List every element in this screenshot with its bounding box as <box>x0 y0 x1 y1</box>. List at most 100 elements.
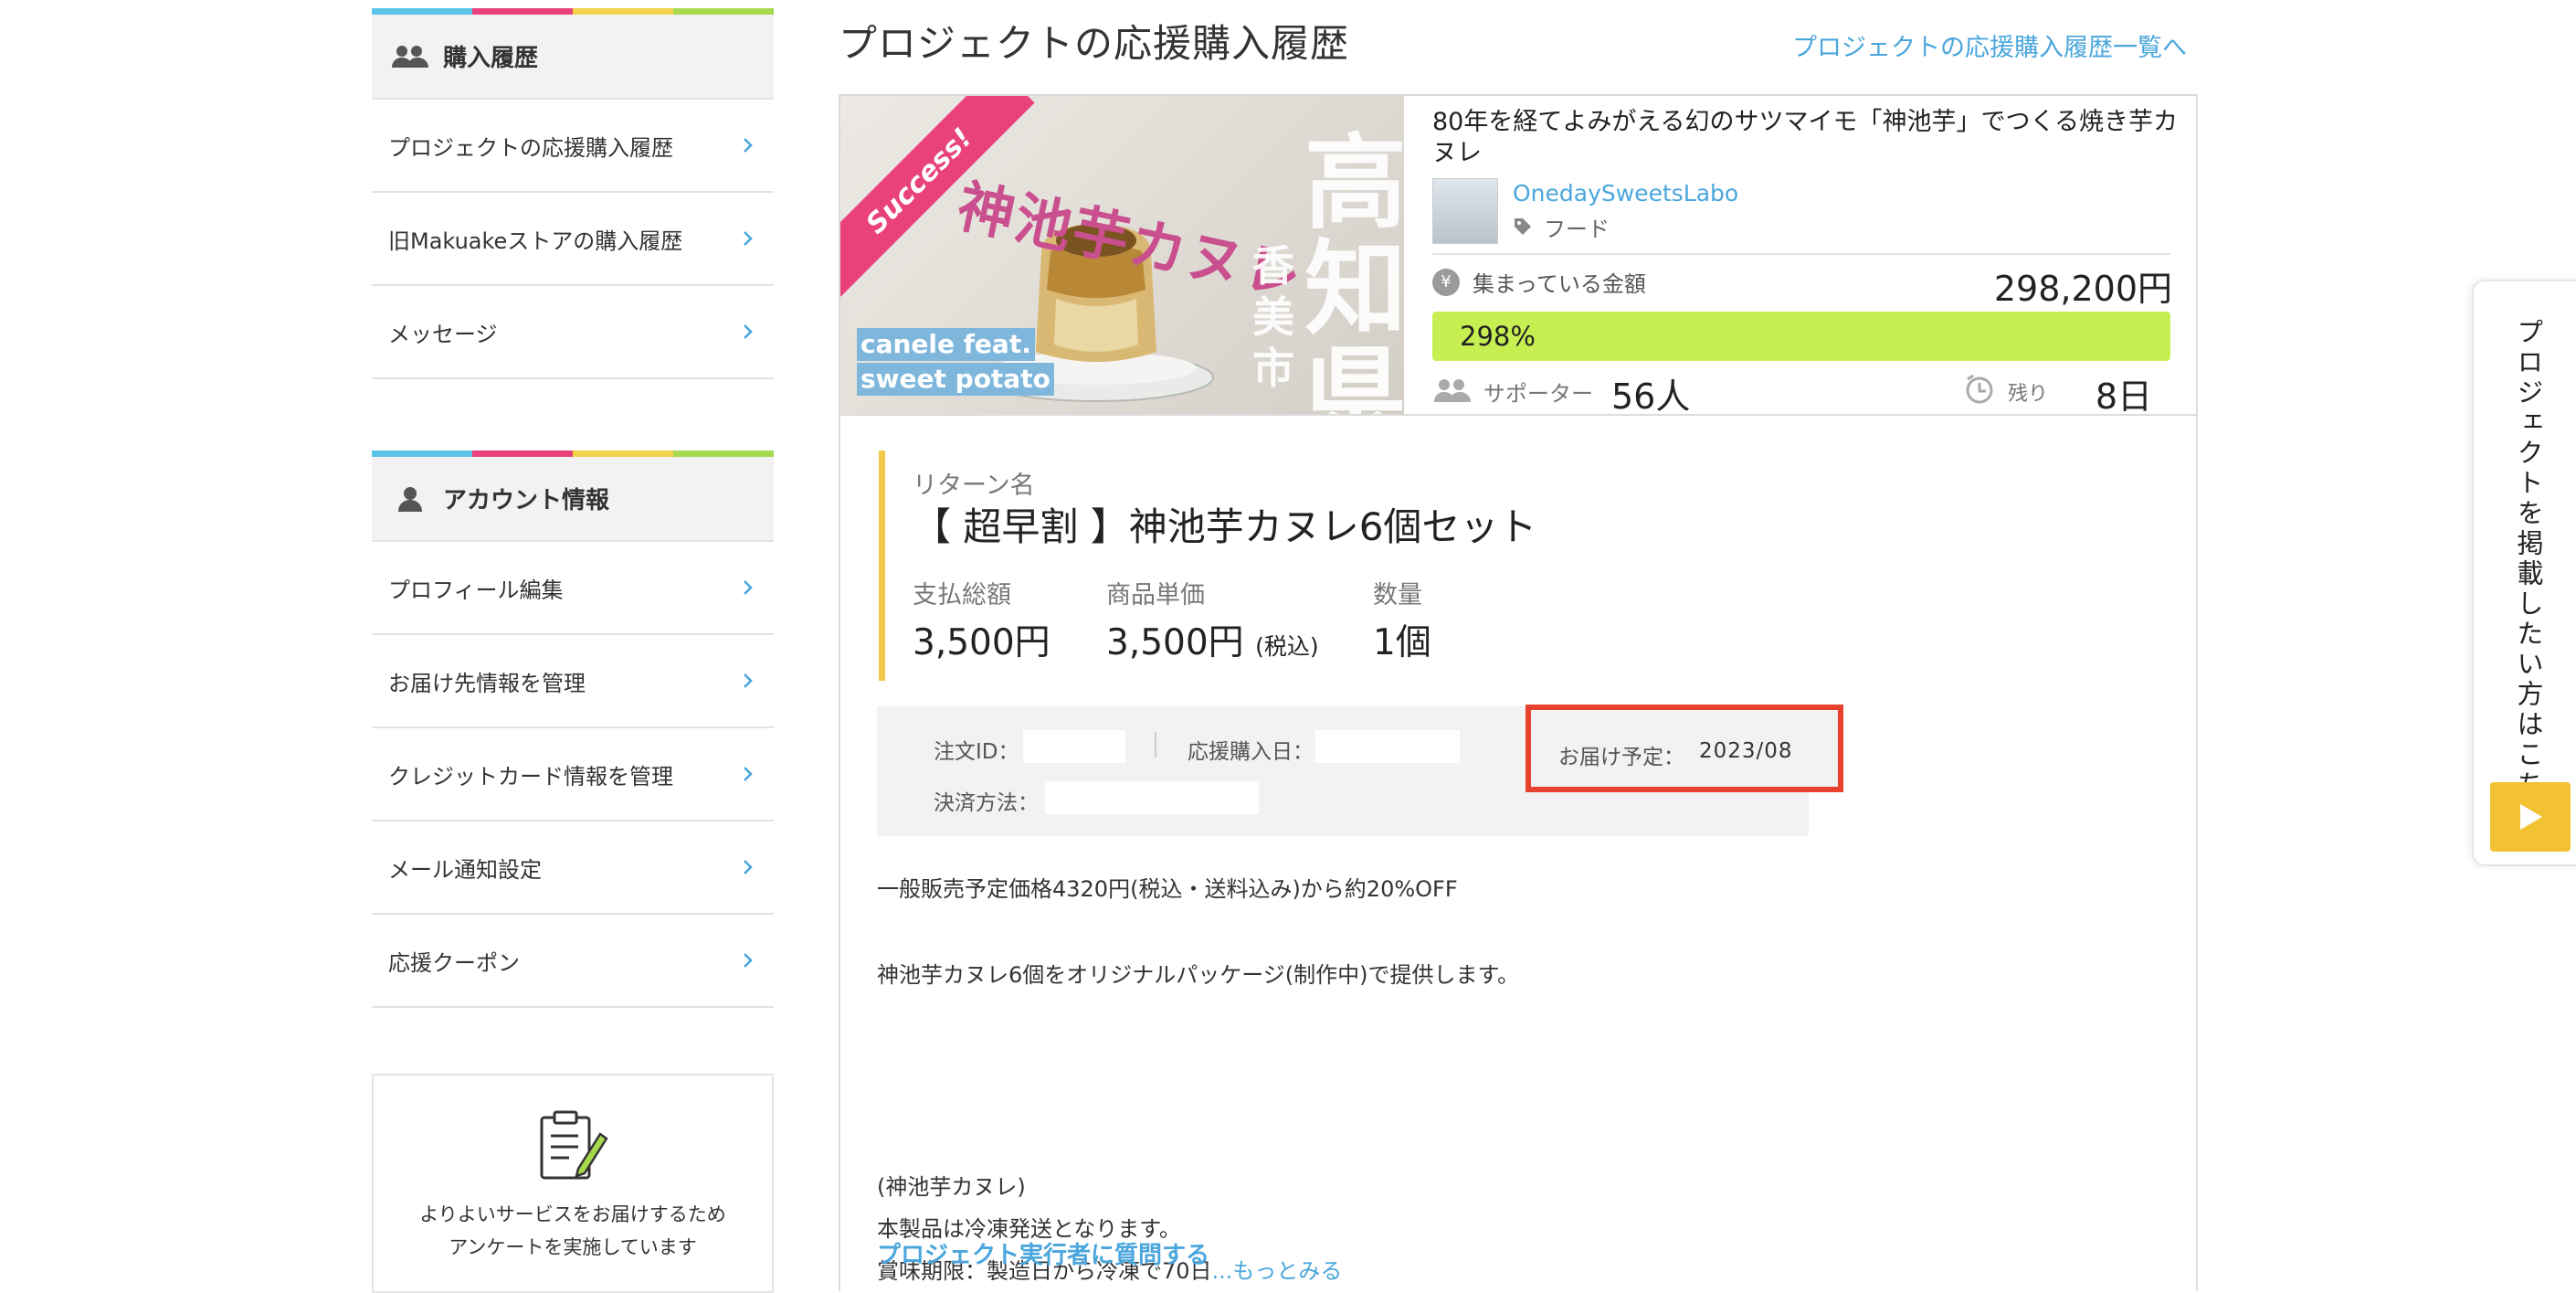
chevron-right-icon <box>739 766 755 782</box>
post-project-side-tab[interactable]: プロジェクトを掲載したい方はこちら <box>2472 280 2576 866</box>
hero-en-line-2: sweet potato <box>857 363 1054 396</box>
sidebar: 購入履歴 プロジェクトの応援購入履歴 旧Makuakeストアの購入履歴 メッセー… <box>372 8 774 1008</box>
purchase-history-panel: 購入履歴 プロジェクトの応援購入履歴 旧Makuakeストアの購入履歴 メッセー… <box>372 8 774 379</box>
accent-color-bar <box>372 8 774 15</box>
chevron-right-icon <box>739 137 755 154</box>
sidebar-item-messages[interactable]: メッセージ <box>372 286 774 379</box>
chevron-right-icon <box>739 323 755 340</box>
chevron-right-icon <box>739 230 755 247</box>
category-tag: フード <box>1513 211 1610 243</box>
delivery-label: お届け予定： <box>1558 746 1684 769</box>
sidebar-item-label: メール通知設定 <box>388 856 542 883</box>
sidebar-item-label: 応援クーポン <box>388 949 520 976</box>
supporters-label: サポーター <box>1483 381 1593 407</box>
sidebar-item-credit-card[interactable]: クレジットカード情報を管理 <box>372 728 774 821</box>
sidebar-item-delivery-address[interactable]: お届け先情報を管理 <box>372 635 774 728</box>
sidebar-item-label: クレジットカード情報を管理 <box>388 763 673 790</box>
chevron-right-icon <box>739 579 755 596</box>
project-hero-image[interactable]: 神池芋カヌレ 高知県 香美市 canele feat. sweet potato… <box>840 96 1404 414</box>
sidebar-item-profile-edit[interactable]: プロフィール編集 <box>372 542 774 635</box>
accent-color-bar <box>372 450 774 457</box>
purchase-list-link[interactable]: プロジェクトの応援購入履歴一覧へ <box>1792 27 2187 63</box>
account-info-header: アカウント情報 <box>372 457 774 542</box>
description-line: 神池芋カヌレ6個をオリジナルパッケージ(制作中)で提供します。 <box>877 962 1520 988</box>
remaining-value: 8日 <box>2095 376 2152 417</box>
payment-method-value <box>1045 781 1259 814</box>
survey-line-2: アンケートを実施しています <box>449 1236 697 1258</box>
sidebar-item-label: お届け先情報を管理 <box>388 670 586 696</box>
purchase-card: 神池芋カヌレ 高知県 香美市 canele feat. sweet potato… <box>839 94 2198 1291</box>
order-id-value <box>1023 730 1125 763</box>
side-tab-text: プロジェクトを掲載したい方はこちら <box>2513 318 2544 831</box>
sidebar-item-project-purchases[interactable]: プロジェクトの応援購入履歴 <box>372 100 774 193</box>
account-info-title: アカウント情報 <box>443 487 610 514</box>
survey-line-1: よりよいサービスをお届けするため <box>419 1203 726 1225</box>
clock-icon <box>1966 374 1993 404</box>
ask-owner-link[interactable]: プロジェクト実行者に質問する <box>877 1236 1209 1270</box>
order-info: 注文ID： 応援購入日： 決済方法： お届け予定： 2023/08 <box>877 705 1843 836</box>
sidebar-item-label: 旧Makuakeストアの購入履歴 <box>388 228 683 254</box>
account-info-panel: アカウント情報 プロフィール編集 お届け先情報を管理 クレジットカード情報を管理… <box>372 450 774 1008</box>
survey-banner[interactable]: よりよいサービスをお届けするため アンケートを実施しています <box>372 1074 774 1293</box>
total-payment-value: 3,500円 <box>913 622 1050 663</box>
description-line: 一般販売予定価格4320円(税込・送料込み)から約20%OFF <box>877 876 1458 902</box>
quantity-label: 数量 <box>1373 581 1422 609</box>
sidebar-item-old-store-purchases[interactable]: 旧Makuakeストアの購入履歴 <box>372 193 774 286</box>
remaining-label: 残り <box>2008 383 2049 406</box>
purchase-date-value <box>1315 730 1460 763</box>
read-more-link[interactable]: ...もっとみる <box>1212 1258 1343 1284</box>
chevron-right-icon <box>739 673 755 689</box>
divider <box>840 414 2196 416</box>
play-icon <box>2490 782 2571 852</box>
purchase-date-label: 応援購入日： <box>1188 740 1314 764</box>
project-title[interactable]: 80年を経てよみがえる幻のサツマイモ「神池芋」でつくる焼き芋カヌレ <box>1432 107 2181 169</box>
payment-method-label: 決済方法： <box>934 791 1039 815</box>
supporters-value: 56人 <box>1611 376 1691 417</box>
yen-icon: ¥ <box>1432 268 1460 296</box>
person-icon <box>390 485 430 513</box>
amount-value: 298,200円 <box>1993 269 2172 309</box>
owner-name-link[interactable]: OnedaySweetsLabo <box>1513 180 1738 207</box>
users-icon <box>390 43 430 70</box>
unit-price-value-wrap: 3,500円 (税込) <box>1106 614 1319 665</box>
sidebar-item-label: メッセージ <box>388 321 498 347</box>
chevron-right-icon <box>739 952 755 969</box>
clipboard-pen-icon <box>536 1108 609 1185</box>
category-label: フード <box>1544 217 1610 242</box>
hero-en-line-1: canele feat. <box>857 328 1035 361</box>
unit-price: 商品単価 3,500円 (税込) <box>1106 575 1319 665</box>
sidebar-item-label: プロジェクトの応援購入履歴 <box>388 134 673 161</box>
hero-region-small: 香美市 <box>1252 241 1294 393</box>
tax-note: (税込) <box>1255 633 1319 660</box>
page-title: プロジェクトの応援購入履歴 <box>839 21 1350 66</box>
hero-english-caption: canele feat. sweet potato <box>857 328 1054 397</box>
divider <box>1155 732 1156 758</box>
purchase-history-title: 購入履歴 <box>443 45 539 72</box>
chevron-right-icon <box>739 859 755 875</box>
total-payment: 支払総額 3,500円 <box>913 575 1050 665</box>
sidebar-item-coupon[interactable]: 応援クーポン <box>372 915 774 1008</box>
return-details: リターン名 【 超早割 】神池芋カヌレ6個セット 支払総額 3,500円 商品単… <box>879 450 2158 681</box>
description-line: (神池芋カヌレ) <box>877 1174 1026 1200</box>
sidebar-item-label: プロフィール編集 <box>388 577 564 603</box>
funding-progress-bar: 298% <box>1432 312 2170 361</box>
progress-percent: 298% <box>1460 321 1536 352</box>
quantity-value: 1個 <box>1373 622 1431 663</box>
amount-label-text: 集まっている金額 <box>1473 271 1646 297</box>
delivery-value: 2023/08 <box>1699 739 1793 763</box>
divider <box>1432 253 2170 255</box>
supporters-row: サポーター 56人 残り 8日 <box>1432 368 2170 417</box>
hero-region-big: 高知県 <box>1304 124 1404 414</box>
purchase-history-header: 購入履歴 <box>372 15 774 100</box>
survey-text: よりよいサービスをお届けするため アンケートを実施しています <box>374 1198 772 1264</box>
amount-label: ¥ 集まっている金額 <box>1432 266 1646 298</box>
total-payment-label: 支払総額 <box>913 581 1011 609</box>
return-name: 【 超早割 】神池芋カヌレ6個セット <box>913 504 1537 549</box>
avatar[interactable] <box>1432 178 1498 244</box>
tag-icon <box>1513 217 1535 238</box>
users-icon <box>1434 379 1471 402</box>
unit-price-value: 3,500円 <box>1106 622 1244 663</box>
order-id-label: 注文ID： <box>934 740 1019 764</box>
delivery-schedule-highlight: お届け予定： 2023/08 <box>1526 705 1843 792</box>
sidebar-item-mail-notification[interactable]: メール通知設定 <box>372 821 774 915</box>
